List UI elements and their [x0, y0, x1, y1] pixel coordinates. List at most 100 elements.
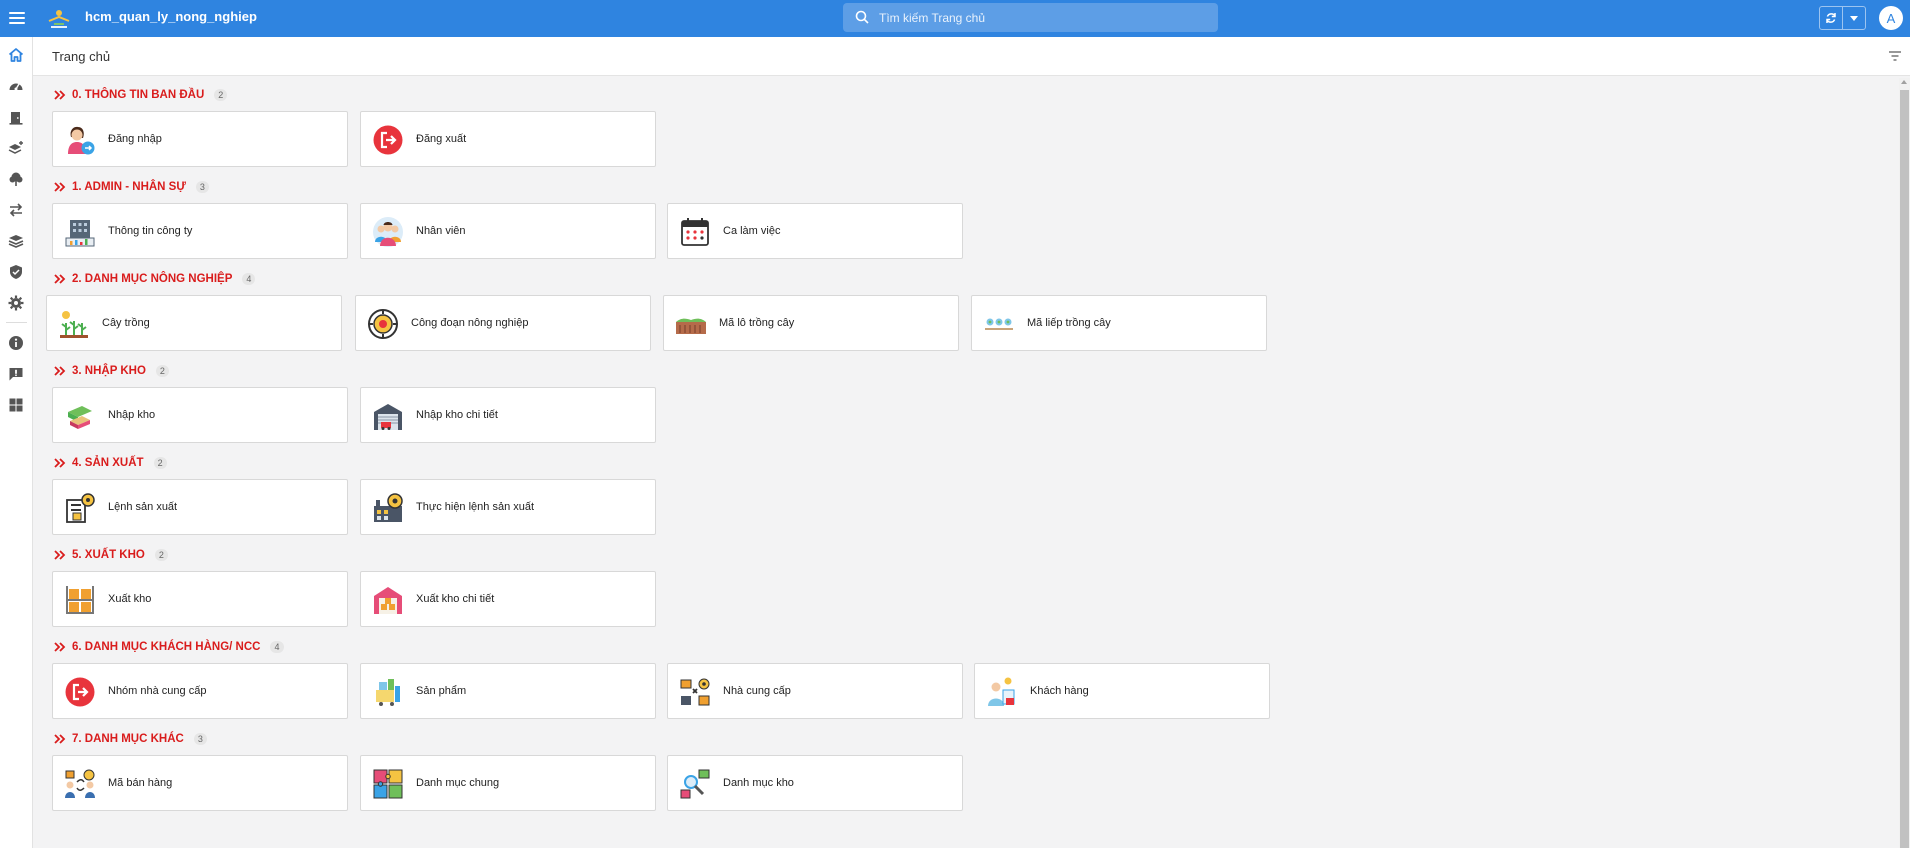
card-cay-trong[interactable]: Cây trồng — [46, 295, 342, 351]
plot-icon — [676, 318, 706, 334]
card-san-pham[interactable]: Sản phẩm — [360, 663, 656, 719]
info-icon — [9, 336, 23, 350]
card-label: Sản phẩm — [416, 685, 467, 697]
product-icon — [376, 679, 400, 706]
menu-icon[interactable] — [9, 9, 25, 27]
card-danh-muc-chung[interactable]: Danh mục chung — [360, 755, 656, 811]
double-chevron-right-icon — [54, 90, 66, 100]
card-dang-nhap[interactable]: Đăng nhập — [52, 111, 348, 167]
sync-button-group — [1819, 6, 1866, 30]
scrollbar[interactable] — [1899, 78, 1910, 848]
section-title: 7. DANH MỤC KHÁC — [72, 733, 184, 745]
card-ma-liep-trong-cay[interactable]: Mã liếp trồng cây — [971, 295, 1267, 351]
section-header[interactable]: 6. DANH MỤC KHÁCH HÀNG/ NCC 4 — [54, 639, 284, 655]
search-icon — [855, 10, 869, 24]
double-chevron-right-icon — [54, 274, 66, 284]
sidebar-item-home[interactable] — [6, 45, 26, 65]
puzzle-icon — [373, 769, 403, 799]
card-ma-ban-hang[interactable]: Mã bán hàng — [52, 755, 348, 811]
card-thong-tin-cong-ty[interactable]: Thông tin công ty — [52, 203, 348, 259]
app-logo-icon — [48, 10, 70, 28]
layers-plus-icon — [8, 141, 23, 154]
sidebar-item-info[interactable] — [6, 333, 26, 353]
section-header[interactable]: 0. THÔNG TIN BAN ĐẦU 2 — [54, 87, 228, 103]
apps-icon — [9, 398, 23, 412]
card-label: Lệnh sản xuất — [108, 501, 178, 513]
card-nhan-vien[interactable]: Nhân viên — [360, 203, 656, 259]
feedback-icon — [9, 368, 23, 381]
sidebar-item-stack[interactable] — [6, 231, 26, 251]
section-count-badge: 2 — [155, 365, 169, 377]
app-title[interactable]: hcm_quan_ly_nong_nghiep — [85, 9, 257, 24]
card-xuat-kho-chi-tiet[interactable]: Xuất kho chi tiết — [360, 571, 656, 627]
user-login-icon — [68, 126, 95, 155]
section-count-badge: 2 — [214, 89, 228, 101]
shelves-icon — [66, 586, 94, 614]
sidebar-item-dashboard[interactable] — [6, 76, 26, 96]
card-xuat-kho[interactable]: Xuất kho — [52, 571, 348, 627]
sidebar-item-apps[interactable] — [6, 395, 26, 415]
card-label: Thực hiện lệnh sản xuất — [416, 501, 535, 513]
scroll-up-arrow[interactable] — [1901, 80, 1907, 84]
section-header[interactable]: 3. NHẬP KHO 2 — [54, 363, 169, 379]
section-header[interactable]: 4. SẢN XUẤT 2 — [54, 455, 167, 471]
sidebar-item-transfer[interactable] — [6, 200, 26, 220]
sidebar-item-layers-plus[interactable] — [6, 138, 26, 158]
customer-icon — [988, 677, 1015, 706]
double-chevron-right-icon — [54, 366, 66, 376]
supplier-icon — [680, 678, 710, 706]
sales-code-icon — [65, 769, 95, 798]
filter-icon[interactable] — [1888, 50, 1902, 62]
page-title: Trang chủ — [52, 49, 111, 64]
section-count-badge: 3 — [193, 733, 207, 745]
card-label: Nhân viên — [416, 225, 466, 237]
section-title: 5. XUẤT KHO — [72, 549, 145, 561]
card-nha-cung-cap[interactable]: Nhà cung cấp — [667, 663, 963, 719]
sync-button[interactable] — [1820, 7, 1842, 29]
card-label: Ca làm việc — [723, 225, 781, 237]
card-dang-xuat[interactable]: Đăng xuất — [360, 111, 656, 167]
avatar[interactable]: A — [1879, 6, 1903, 30]
transfer-icon — [9, 203, 23, 217]
card-ca-lam-viec[interactable]: Ca làm việc — [667, 203, 963, 259]
search-box — [843, 3, 1218, 32]
section-header[interactable]: 2. DANH MỤC NÔNG NGHIỆP 4 — [54, 271, 256, 287]
factory-icon — [374, 493, 403, 522]
section-count-badge: 4 — [270, 641, 284, 653]
sync-dropdown-button[interactable] — [1842, 7, 1865, 29]
section-title: 3. NHẬP KHO — [72, 365, 146, 377]
sidebar-divider — [6, 322, 27, 323]
card-ma-lo-trong-cay[interactable]: Mã lô trồng cây — [663, 295, 959, 351]
card-danh-muc-kho[interactable]: Danh mục kho — [667, 755, 963, 811]
scrollbar-thumb[interactable] — [1900, 90, 1909, 848]
double-chevron-right-icon — [54, 734, 66, 744]
sidebar-item-settings[interactable] — [6, 293, 26, 313]
card-label: Nhập kho — [108, 409, 156, 421]
section-header[interactable]: 5. XUẤT KHO 2 — [54, 547, 168, 563]
section-header[interactable]: 1. ADMIN - NHÂN SỰ 3 — [54, 179, 209, 195]
sidebar-item-tree[interactable] — [6, 169, 26, 189]
sidebar-item-door[interactable] — [6, 108, 26, 128]
section-title: 6. DANH MỤC KHÁCH HÀNG/ NCC — [72, 641, 261, 653]
card-lenh-san-xuat[interactable]: Lệnh sản xuất — [52, 479, 348, 535]
card-label: Danh mục kho — [723, 777, 794, 789]
sidebar-item-shield[interactable] — [6, 262, 26, 282]
search-input[interactable] — [879, 7, 1209, 28]
card-nhom-nha-cung-cap[interactable]: Nhóm nhà cung cấp — [52, 663, 348, 719]
card-thuc-hien-lenh-san-xuat[interactable]: Thực hiện lệnh sản xuất — [360, 479, 656, 535]
card-label: Mã liếp trồng cây — [1027, 317, 1111, 329]
home-icon — [8, 48, 24, 62]
card-nhap-kho-chi-tiet[interactable]: Nhập kho chi tiết — [360, 387, 656, 443]
logout-icon — [373, 125, 403, 155]
card-nhap-kho[interactable]: Nhập kho — [52, 387, 348, 443]
card-label: Nhóm nhà cung cấp — [108, 685, 207, 697]
card-khach-hang[interactable]: Khách hàng — [974, 663, 1270, 719]
section-header[interactable]: 7. DANH MỤC KHÁC 3 — [54, 731, 207, 747]
section-title: 4. SẢN XUẤT — [72, 457, 144, 469]
section-title: 0. THÔNG TIN BAN ĐẦU — [72, 89, 205, 101]
card-cong-doan-nong-nghiep[interactable]: Công đoạn nông nghiệp — [355, 295, 651, 351]
card-label: Cây trồng — [102, 317, 150, 329]
shield-icon — [10, 265, 22, 279]
search-inventory-icon — [680, 769, 710, 799]
sidebar-item-feedback[interactable] — [6, 364, 26, 384]
